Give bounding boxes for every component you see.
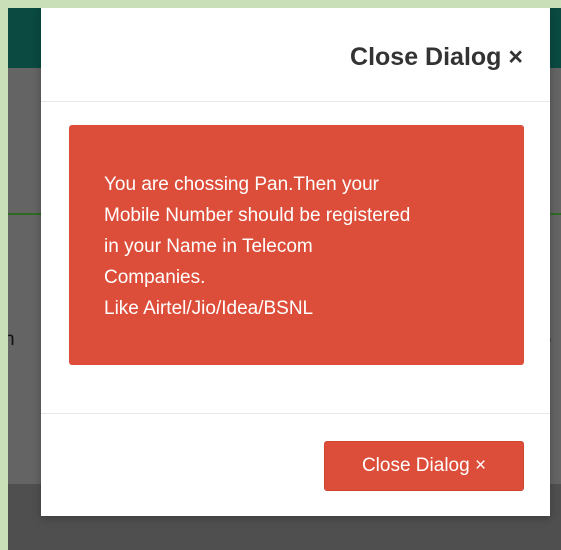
dialog-header: Close Dialog × bbox=[41, 8, 550, 102]
alert-message-box: You are chossing Pan.Then your Mobile Nu… bbox=[69, 125, 524, 365]
alert-line: Mobile Number should be registered bbox=[104, 205, 411, 226]
alert-line: You are chossing Pan.Then your bbox=[104, 174, 379, 195]
header-close-button[interactable]: Close Dialog × bbox=[350, 43, 523, 72]
dialog: Close Dialog × You are chossing Pan.Then… bbox=[41, 8, 550, 516]
alert-line: Companies. bbox=[104, 267, 206, 288]
alert-line: in your Name in Telecom bbox=[104, 236, 313, 257]
alert-line: Like Airtel/Jio/Idea/BSNL bbox=[104, 298, 314, 319]
background-text-left: n bbox=[8, 329, 15, 350]
modal-backdrop[interactable]: n eo Close Dialog × You are chossing Pan… bbox=[8, 8, 561, 550]
dialog-footer: Close Dialog × bbox=[41, 413, 550, 517]
footer-close-button[interactable]: Close Dialog × bbox=[324, 441, 524, 491]
